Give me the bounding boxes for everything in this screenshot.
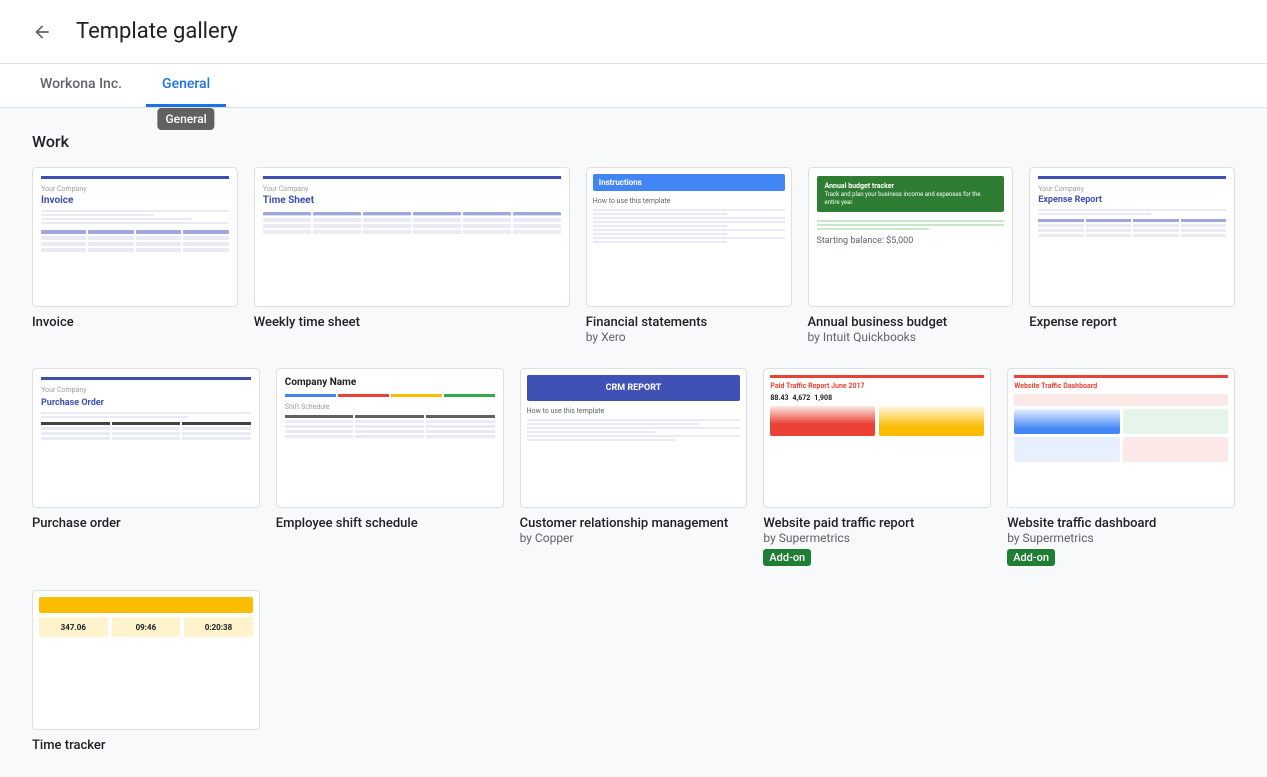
header: Template gallery [0, 0, 1267, 64]
template-name-weekly-time-sheet: Weekly time sheet [254, 315, 570, 330]
tooltip-general: General [157, 108, 214, 130]
template-by-crm: by Copper [520, 531, 748, 545]
template-name-shift: Employee shift schedule [276, 516, 504, 531]
template-card-traffic-dashboard[interactable]: Website Traffic Dashboard Website traffi… [1007, 368, 1235, 566]
template-card-paid-traffic[interactable]: Paid Traffic Report June 2017 88.43 4,67… [763, 368, 991, 566]
template-thumb-annual: Annual budget trackerTrack and plan your… [808, 167, 1014, 307]
template-thumb-timesheet: Your Company Time Sheet [254, 167, 570, 307]
stat-3: 0:20:38 [184, 617, 253, 637]
page-title: Template gallery [76, 19, 238, 44]
template-by-paid-traffic: by Supermetrics [763, 531, 991, 545]
template-thumb-shift: Company Name Shift Schedule [276, 368, 504, 508]
template-name-invoice: Invoice [32, 315, 238, 330]
section-work-title: Work [32, 132, 1235, 151]
template-by-annual: by Intuit Quickbooks [808, 330, 1014, 344]
template-by-traffic-dash: by Supermetrics [1007, 531, 1235, 545]
stat-2: 09:46 [112, 617, 181, 637]
template-grid-row1: Your Company Invoice Invoice Your Compan… [32, 167, 1235, 344]
template-card-employee-shift-schedule[interactable]: Company Name Shift Schedule Employee shi… [276, 368, 504, 566]
template-thumb-timetracker: 347.06 09:46 0:20:38 [32, 590, 260, 730]
stat-1: 347.06 [39, 617, 108, 637]
template-name-financial: Financial statements [586, 315, 792, 330]
template-thumb-crm: CRM REPORT How to use this template [520, 368, 748, 508]
template-grid-row3: 347.06 09:46 0:20:38 Time tracker [32, 590, 1235, 753]
template-name-paid-traffic: Website paid traffic report [763, 516, 991, 531]
template-name-time-tracker: Time tracker [32, 738, 260, 753]
template-card-expense-report[interactable]: Your Company Expense Report Expense repo… [1029, 167, 1235, 344]
template-thumb-purchase: Your Company Purchase Order [32, 368, 260, 508]
addon-badge-paid-traffic: Add-on [763, 549, 811, 566]
template-card-annual-business-budget[interactable]: Annual budget trackerTrack and plan your… [808, 167, 1014, 344]
template-thumb-paid-traffic: Paid Traffic Report June 2017 88.43 4,67… [763, 368, 991, 508]
template-thumb-traffic-dash: Website Traffic Dashboard [1007, 368, 1235, 508]
template-thumb-invoice: Your Company Invoice [32, 167, 238, 307]
content-area: Work Your Company Invoice Invoice [0, 108, 1267, 777]
template-name-crm: Customer relationship management [520, 516, 748, 531]
template-grid-row2: Your Company Purchase Order Purchase ord… [32, 368, 1235, 566]
addon-badge-traffic-dash: Add-on [1007, 549, 1055, 566]
template-card-purchase-order[interactable]: Your Company Purchase Order Purchase ord… [32, 368, 260, 566]
template-card-crm[interactable]: CRM REPORT How to use this template Cust… [520, 368, 748, 566]
tab-general[interactable]: General General [146, 64, 226, 107]
template-card-time-tracker[interactable]: 347.06 09:46 0:20:38 Time tracker [32, 590, 260, 753]
template-name-purchase: Purchase order [32, 516, 260, 531]
template-card-invoice[interactable]: Your Company Invoice Invoice [32, 167, 238, 344]
template-by-financial: by Xero [586, 330, 792, 344]
template-card-weekly-time-sheet[interactable]: Your Company Time Sheet Weekly time shee… [254, 167, 570, 344]
template-card-financial-statements[interactable]: Instructions How to use this template Fi… [586, 167, 792, 344]
tab-workona[interactable]: Workona Inc. [24, 64, 138, 107]
tabs-bar: Workona Inc. General General [0, 64, 1267, 108]
template-name-annual: Annual business budget [808, 315, 1014, 330]
template-thumb-financial: Instructions How to use this template [586, 167, 792, 307]
template-thumb-expense: Your Company Expense Report [1029, 167, 1235, 307]
template-name-expense: Expense report [1029, 315, 1235, 330]
template-name-traffic-dash: Website traffic dashboard [1007, 516, 1235, 531]
back-button[interactable] [24, 14, 60, 50]
